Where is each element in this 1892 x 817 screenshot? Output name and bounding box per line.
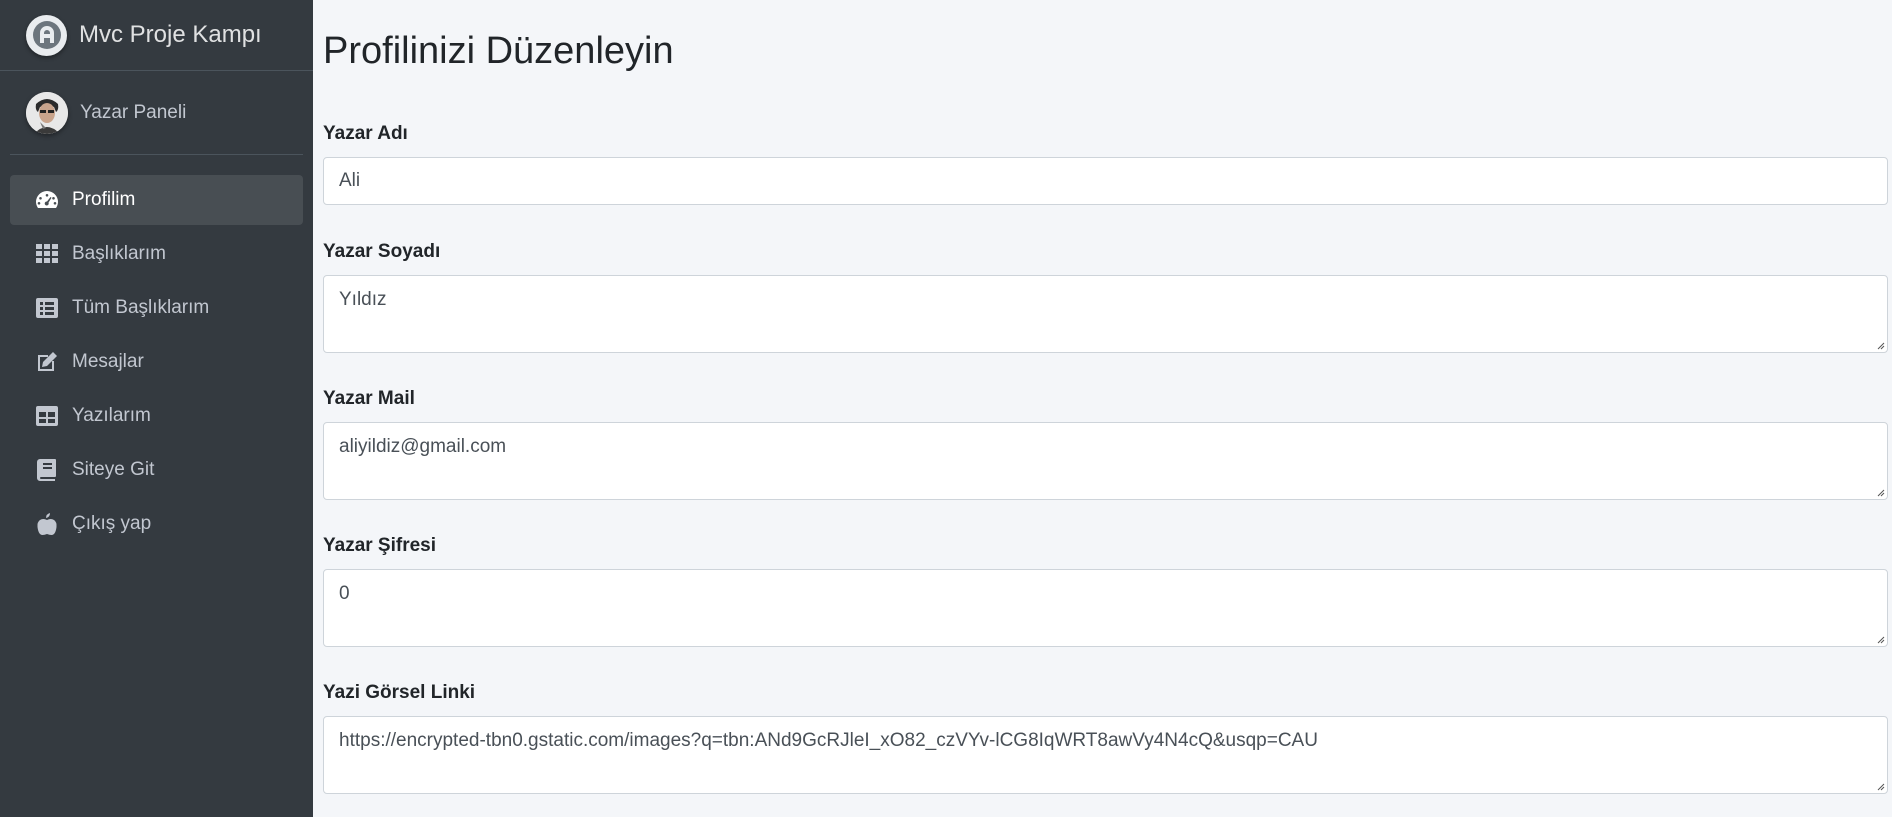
- user-name: Yazar Paneli: [80, 101, 187, 123]
- resize-handle-icon[interactable]: [1875, 781, 1885, 791]
- last-name-value: Yıldız: [339, 289, 387, 310]
- tachometer-icon: [34, 187, 60, 213]
- password-textarea[interactable]: 0: [323, 569, 1888, 647]
- password-group: Yazar Şifresi 0: [323, 535, 1888, 650]
- avatar: [26, 91, 68, 134]
- list-icon: [34, 295, 60, 321]
- main-content: Profilinizi Düzenleyin Yazar Adı Ali Yaz…: [313, 0, 1892, 817]
- book-icon: [34, 457, 60, 483]
- first-name-label: Yazar Adı: [323, 123, 408, 144]
- first-name-input[interactable]: Ali: [323, 157, 1888, 205]
- edit-icon: [34, 349, 60, 375]
- sidebar-item-profilim[interactable]: Profilim: [10, 175, 303, 225]
- last-name-textarea[interactable]: Yıldız: [323, 275, 1888, 353]
- sidebar-item-label: Tüm Başlıklarım: [72, 297, 210, 318]
- mail-textarea[interactable]: aliyildiz@gmail.com: [323, 422, 1888, 500]
- sidebar-item-label: Mesajlar: [72, 351, 144, 372]
- page-title: Profilinizi Düzenleyin: [323, 30, 674, 72]
- table-icon: [34, 403, 60, 429]
- sidebar-item-yazilarim[interactable]: Yazılarım: [10, 391, 303, 441]
- first-name-group: Yazar Adı Ali: [323, 123, 1888, 208]
- sidebar-item-cikis-yap[interactable]: Çıkış yap: [10, 499, 303, 549]
- grid-icon: [34, 241, 60, 267]
- image-link-textarea[interactable]: https://encrypted-tbn0.gstatic.com/image…: [323, 716, 1888, 794]
- sidebar-item-mesajlar[interactable]: Mesajlar: [10, 337, 303, 387]
- apple-icon: [34, 511, 60, 537]
- mail-group: Yazar Mail aliyildiz@gmail.com: [323, 388, 1888, 503]
- resize-handle-icon[interactable]: [1875, 634, 1885, 644]
- sidebar-item-basliklarim[interactable]: Başlıklarım: [10, 229, 303, 279]
- sidebar-item-label: Yazılarım: [72, 405, 151, 426]
- sidebar-item-label: Başlıklarım: [72, 243, 166, 264]
- sidebar-item-siteye-git[interactable]: Siteye Git: [10, 445, 303, 495]
- resize-handle-icon[interactable]: [1875, 340, 1885, 350]
- sidebar: Mvc Proje Kampı Yazar Paneli Profilim Ba…: [0, 0, 313, 817]
- image-link-group: Yazi Görsel Linki https://encrypted-tbn0…: [323, 682, 1888, 797]
- password-label: Yazar Şifresi: [323, 535, 437, 556]
- brand-link[interactable]: Mvc Proje Kampı: [0, 0, 313, 71]
- sidebar-item-label: Siteye Git: [72, 459, 155, 480]
- image-link-value: https://encrypted-tbn0.gstatic.com/image…: [339, 730, 1318, 751]
- sidebar-item-label: Profilim: [72, 189, 136, 210]
- password-value: 0: [339, 583, 350, 604]
- image-link-label: Yazi Görsel Linki: [323, 682, 476, 703]
- mail-value: aliyildiz@gmail.com: [339, 436, 507, 457]
- mail-label: Yazar Mail: [323, 388, 415, 409]
- user-panel[interactable]: Yazar Paneli: [10, 71, 303, 155]
- resize-handle-icon[interactable]: [1875, 487, 1885, 497]
- last-name-group: Yazar Soyadı Yıldız: [323, 241, 1888, 356]
- sidebar-nav: Profilim Başlıklarım Tüm Başlıklarım Mes…: [0, 175, 313, 549]
- sidebar-item-label: Çıkış yap: [72, 513, 152, 534]
- sidebar-item-tum-basliklarim[interactable]: Tüm Başlıklarım: [10, 283, 303, 333]
- last-name-label: Yazar Soyadı: [323, 241, 441, 262]
- brand-title: Mvc Proje Kampı: [79, 21, 262, 48]
- brand-logo-icon: [26, 14, 67, 56]
